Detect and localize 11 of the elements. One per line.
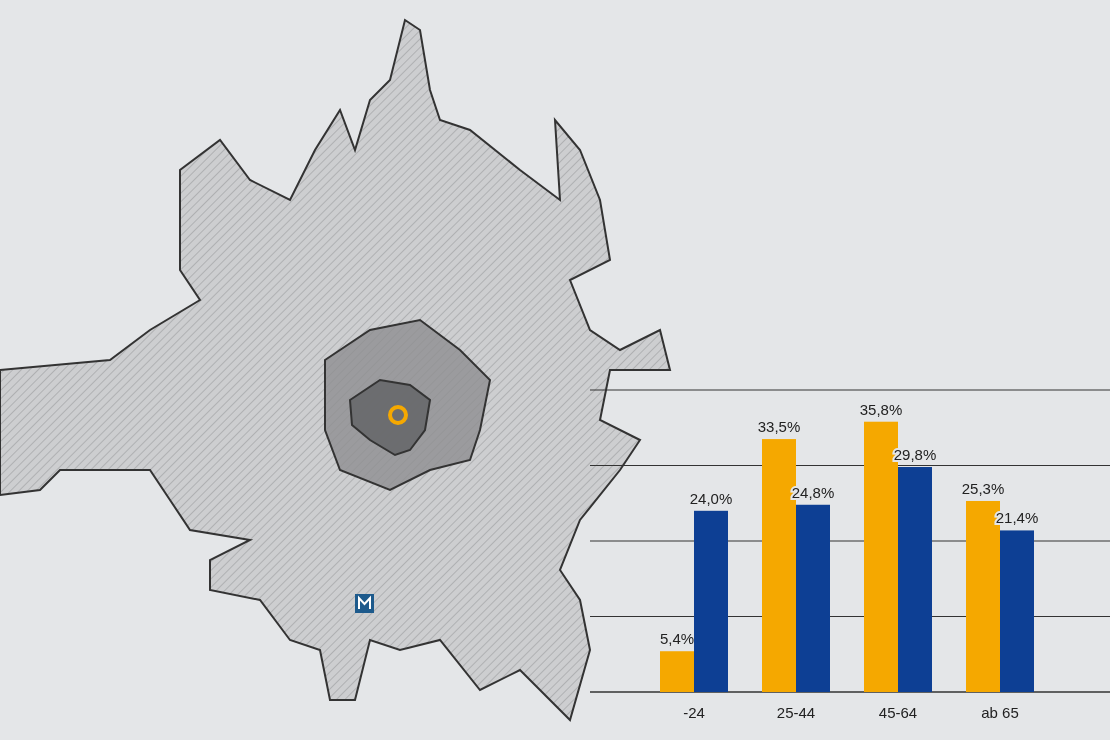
category-label: 45-64 <box>878 704 918 721</box>
value-label: 5,4% <box>659 630 695 648</box>
value-label: 35,8% <box>859 400 903 418</box>
m-sign-icon <box>355 594 374 613</box>
category-label: ab 65 <box>981 704 1019 721</box>
value-label: 25,3% <box>961 480 1005 497</box>
category-label: -24 <box>683 704 705 721</box>
category-label: 25-44 <box>776 704 816 721</box>
value-label: 33,5% <box>757 418 801 436</box>
location-ring-icon <box>388 405 408 425</box>
value-label: 24,0% <box>689 489 733 507</box>
